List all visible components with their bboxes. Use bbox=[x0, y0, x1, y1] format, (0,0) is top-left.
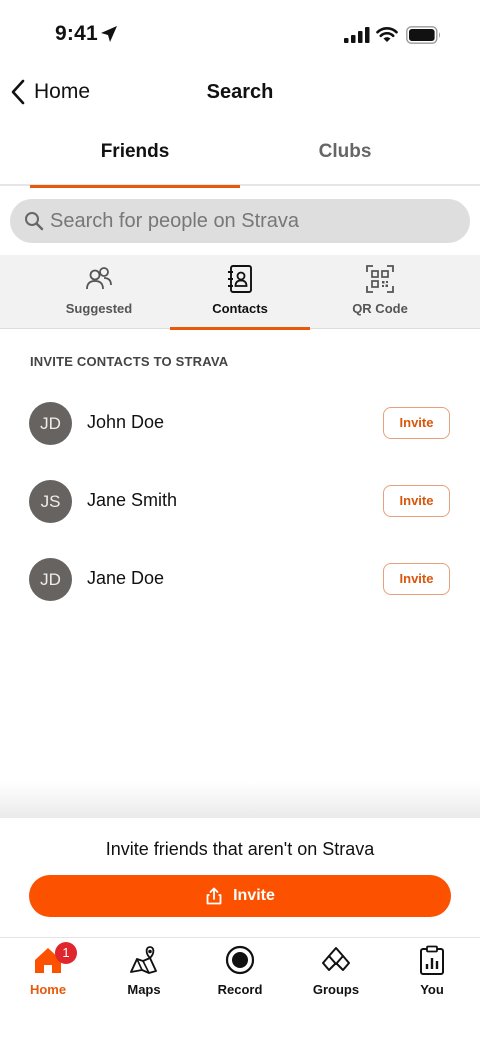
avatar: JS bbox=[29, 480, 72, 523]
nav-record[interactable]: Record bbox=[192, 938, 288, 1008]
nav-groups[interactable]: Groups bbox=[288, 938, 384, 1008]
avatar: JD bbox=[29, 558, 72, 601]
groups-icon bbox=[322, 947, 350, 971]
record-icon bbox=[225, 945, 255, 975]
tab-contacts[interactable]: Contacts bbox=[170, 255, 310, 330]
nav-header: Home Search bbox=[0, 70, 480, 116]
invite-panel: Invite friends that aren't on Strava Inv… bbox=[0, 818, 480, 938]
tab-contacts-label: Contacts bbox=[212, 301, 268, 316]
map-icon bbox=[130, 946, 157, 974]
clipboard-chart-icon bbox=[420, 945, 444, 975]
invite-contact-button[interactable]: Invite bbox=[383, 485, 450, 517]
invite-friends-button[interactable]: Invite bbox=[29, 875, 451, 917]
list-item: JD Jane Doe Invite bbox=[0, 549, 480, 609]
battery-icon bbox=[406, 26, 440, 44]
tab-qr-code-label: QR Code bbox=[352, 301, 408, 316]
page-title: Search bbox=[206, 81, 274, 103]
nav-groups-label: Groups bbox=[312, 982, 360, 997]
share-icon bbox=[206, 887, 222, 905]
tab-clubs[interactable]: Clubs bbox=[240, 126, 450, 186]
qr-code-icon bbox=[366, 265, 394, 293]
nav-home-label: Home bbox=[29, 982, 67, 997]
invite-friends-label: Invite bbox=[233, 887, 275, 904]
invite-prompt-text: Invite friends that aren't on Strava bbox=[105, 839, 375, 859]
contact-name: Jane Doe bbox=[87, 568, 165, 588]
list-item: JD John Doe Invite bbox=[0, 393, 480, 453]
bottom-nav: 1 Home Maps Record Groups You bbox=[0, 938, 480, 1040]
tab-suggested-label: Suggested bbox=[65, 301, 133, 316]
nav-you-label: You bbox=[420, 982, 444, 997]
nav-home[interactable]: 1 Home bbox=[0, 938, 96, 1008]
search-input[interactable]: Search for people on Strava bbox=[10, 199, 470, 243]
top-tabs: Friends Clubs bbox=[0, 126, 480, 188]
tab-suggested[interactable]: Suggested bbox=[29, 255, 169, 329]
section-header: INVITE CONTACTS TO STRAVA bbox=[30, 354, 229, 369]
list-item: JS Jane Smith Invite bbox=[0, 471, 480, 531]
avatar: JD bbox=[29, 402, 72, 445]
search-icon bbox=[25, 212, 44, 231]
contact-book-icon bbox=[228, 265, 252, 293]
nav-maps[interactable]: Maps bbox=[96, 938, 192, 1008]
sub-tabs: Suggested Contacts QR Code bbox=[0, 255, 480, 330]
location-arrow-icon bbox=[101, 26, 117, 42]
invite-contact-button[interactable]: Invite bbox=[383, 407, 450, 439]
cellular-signal-icon bbox=[344, 27, 370, 43]
nav-you[interactable]: You bbox=[384, 938, 480, 1008]
tab-qr-code[interactable]: QR Code bbox=[310, 255, 450, 329]
invite-contact-button[interactable]: Invite bbox=[383, 563, 450, 595]
contact-name: Jane Smith bbox=[87, 490, 178, 510]
tab-friends[interactable]: Friends bbox=[30, 126, 240, 188]
wifi-icon bbox=[376, 27, 398, 42]
status-time: 9:41 bbox=[55, 22, 98, 45]
panel-shadow bbox=[0, 782, 480, 818]
nav-maps-label: Maps bbox=[127, 982, 161, 997]
notification-badge: 1 bbox=[55, 942, 77, 964]
people-icon bbox=[86, 267, 112, 290]
status-bar: 9:41 bbox=[0, 0, 480, 70]
contact-name: John Doe bbox=[87, 412, 165, 432]
nav-record-label: Record bbox=[217, 982, 263, 997]
search-placeholder: Search for people on Strava bbox=[50, 209, 300, 232]
